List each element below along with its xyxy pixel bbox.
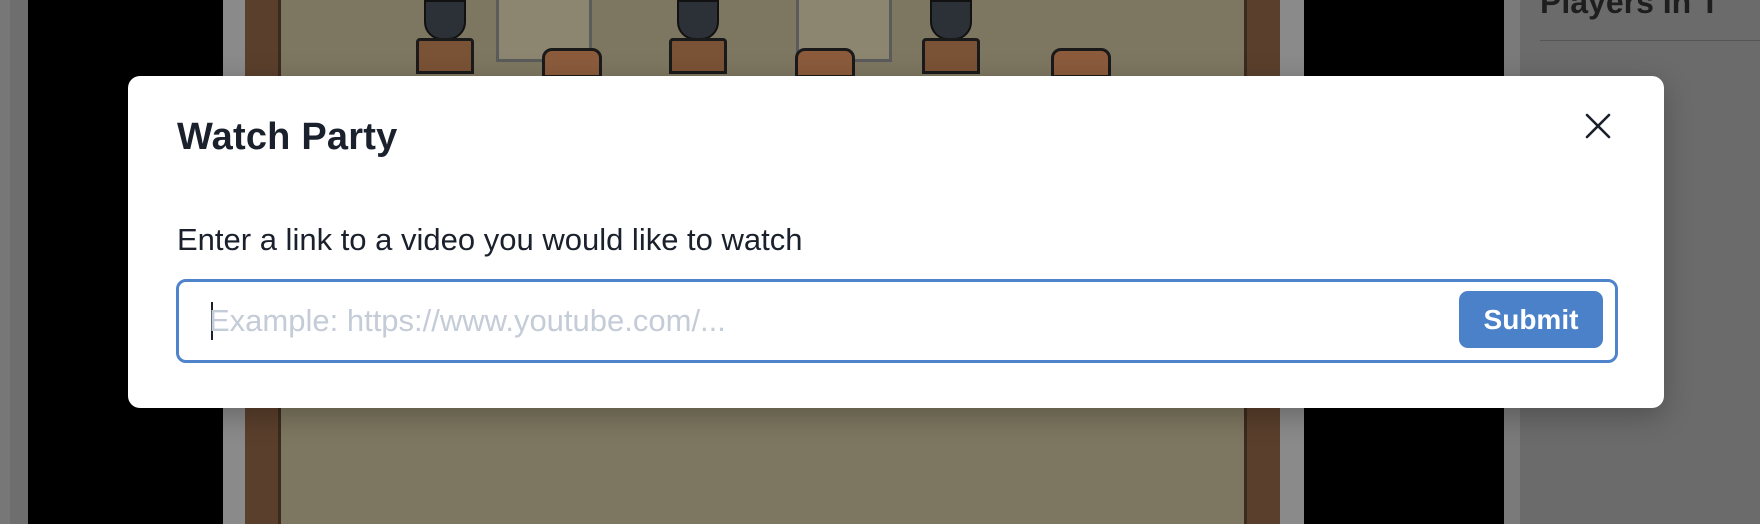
- video-link-label: Enter a link to a video you would like t…: [177, 222, 803, 257]
- audience-seat: [669, 0, 727, 74]
- background-edge: [0, 0, 10, 524]
- video-link-input-group: Submit: [176, 279, 1618, 363]
- empty-chair: [542, 48, 602, 78]
- watch-party-modal: Watch Party Enter a link to a video you …: [128, 76, 1664, 408]
- close-button[interactable]: [1578, 106, 1618, 146]
- audience-seat: [922, 0, 980, 74]
- video-link-input[interactable]: [209, 282, 1319, 360]
- submit-button[interactable]: Submit: [1459, 291, 1603, 348]
- modal-title: Watch Party: [177, 116, 398, 158]
- close-icon: [1585, 113, 1611, 139]
- audience-seat: [416, 0, 474, 74]
- empty-chair: [1051, 48, 1111, 78]
- players-panel-divider: [1540, 40, 1760, 41]
- players-panel-title: Players In T: [1540, 0, 1720, 20]
- empty-chair: [795, 48, 855, 78]
